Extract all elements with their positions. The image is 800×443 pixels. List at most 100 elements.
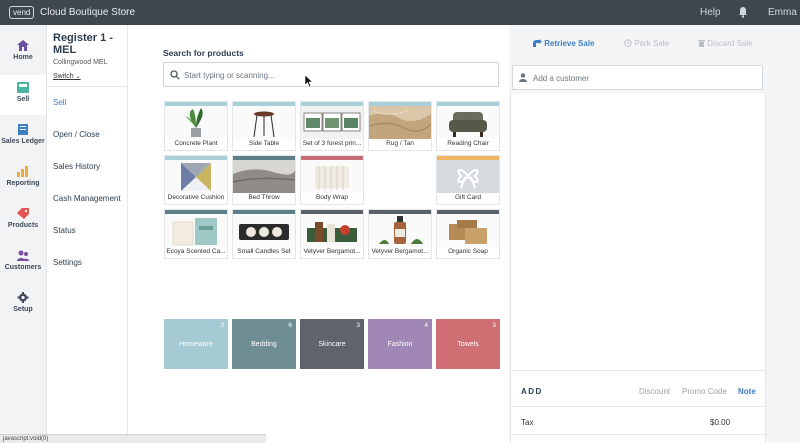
switch-register-link[interactable]: Switch ⌄ [53,73,81,80]
menu-cash-management[interactable]: Cash Management [53,194,121,203]
side-table-image [233,106,295,139]
browser-status-bar: javascript:void(0) [0,434,266,443]
menu-sell[interactable]: Sell [53,98,66,107]
product-name: Small Candles Set [237,248,291,255]
nav-sales-ledger[interactable]: Sales Ledger [0,117,46,157]
sale-line-items [510,94,766,370]
bergamot-bottle-image [369,214,431,247]
nav-customers[interactable]: Customers [0,243,46,283]
nav-setup-label: Setup [13,306,33,313]
bell-icon[interactable] [738,6,748,18]
menu-settings[interactable]: Settings [53,258,82,267]
product-tile[interactable]: Vetyver Bergamot... [300,209,364,259]
category-count: 3 [356,322,360,329]
category-tile[interactable]: 4 Fashion [368,319,432,369]
gear-icon [17,292,29,303]
category-tile[interactable]: 3 Skincare [300,319,364,369]
category-tile[interactable]: 3 Homeware [164,319,228,369]
nav-sell[interactable]: Sell [0,75,46,115]
product-tile[interactable]: Reading Chair [436,101,500,151]
sell-icon [17,82,29,93]
user-menu[interactable]: Emma [768,7,797,18]
divider [511,406,767,407]
bergamot-gift-image [301,214,363,247]
discard-sale-button[interactable]: Discard Sale [698,39,753,48]
nav-home[interactable]: Home [0,33,46,73]
product-tile[interactable]: Concrete Plant [164,101,228,151]
search-box[interactable] [163,62,499,87]
park-sale-button[interactable]: Park Sale [624,39,669,48]
discount-button[interactable]: Discount [639,387,670,396]
category-tile[interactable]: 6 Bedding [232,319,296,369]
product-name: Set of 3 forest prin... [302,140,362,147]
category-label: Towels [457,341,479,348]
nav-sell-label: Sell [16,96,30,103]
store-name: Cloud Boutique Store [40,7,136,18]
menu-open-close[interactable]: Open / Close [53,130,100,139]
candles-set-image [233,214,295,247]
product-name: Organic Soap [448,248,488,255]
customer-field[interactable] [512,65,763,90]
category-count: 3 [220,322,224,329]
product-tile[interactable]: Body Wrap [300,155,364,205]
product-tile[interactable]: Set of 3 forest prin... [300,101,364,151]
note-button[interactable]: Note [738,387,756,396]
product-name: Body Wrap [315,194,349,201]
search-label: Search for products [163,48,244,58]
nav-products-label: Products [7,222,39,229]
register-panel: Register 1 - MEL Collingwood MEL Switch … [47,25,128,443]
customer-input[interactable] [533,70,753,86]
retrieve-icon [533,39,542,47]
search-input[interactable] [184,67,484,83]
divider [511,434,767,435]
customers-icon [17,250,29,261]
product-tile[interactable]: Small Candles Set [232,209,296,259]
organic-soap-image [437,214,499,247]
retrieve-sale-label: Retrieve Sale [544,39,595,48]
scented-candle-image [165,214,227,247]
register-title: Register 1 - MEL [53,32,113,56]
product-tile[interactable]: Decorative Cushion [164,155,228,205]
trash-icon [698,40,705,47]
divider [47,86,128,87]
product-name: Vetyver Bergamot... [371,248,429,255]
nav-sales-ledger-label: Sales Ledger [1,138,45,145]
product-name: Side Table [248,140,280,147]
main-nav: Home Sell Sales Ledger Reporting Product… [0,25,47,443]
nav-setup[interactable]: Setup [0,285,46,325]
menu-status[interactable]: Status [53,226,76,235]
cushion-image [165,160,227,193]
product-name: Ecoya Scented Ca... [166,248,226,255]
product-name: Gift Card [454,194,481,201]
category-tile[interactable]: 3 Towels [436,319,500,369]
reporting-icon [17,166,28,177]
nav-home-label: Home [13,54,33,61]
gift-card-image [437,160,499,193]
product-tile[interactable]: Gift Card [436,155,500,205]
category-label: Bedding [251,341,277,348]
mouse-cursor-icon [305,75,313,88]
nav-reporting[interactable]: Reporting [0,159,46,199]
category-label: Homeware [179,341,213,348]
product-tile[interactable]: Vetyver Bergamot... [368,209,432,259]
nav-products[interactable]: Products [0,201,46,241]
home-icon [17,40,29,51]
product-tile[interactable]: Organic Soap [436,209,500,259]
product-name: Vetyver Bergamot... [303,248,361,255]
category-label: Fashion [387,341,413,348]
product-name: Concrete Plant [174,140,218,147]
promo-code-button[interactable]: Promo Code [682,387,727,396]
menu-sales-history[interactable]: Sales History [53,162,100,171]
category-count: 6 [288,322,292,329]
product-tile[interactable]: Rug / Tan [368,101,432,151]
switch-label: Switch [53,73,74,80]
product-tile[interactable]: Side Table [232,101,296,151]
retrieve-sale-button[interactable]: Retrieve Sale [533,39,595,48]
vend-logo[interactable]: vend [9,6,35,19]
product-tile[interactable]: Ecoya Scented Ca... [164,209,228,259]
help-link[interactable]: Help [700,7,721,18]
product-tile[interactable]: Bed Throw [232,155,296,205]
search-icon [170,70,180,80]
category-label: Skincare [318,341,346,348]
product-name: Decorative Cushion [167,194,225,201]
